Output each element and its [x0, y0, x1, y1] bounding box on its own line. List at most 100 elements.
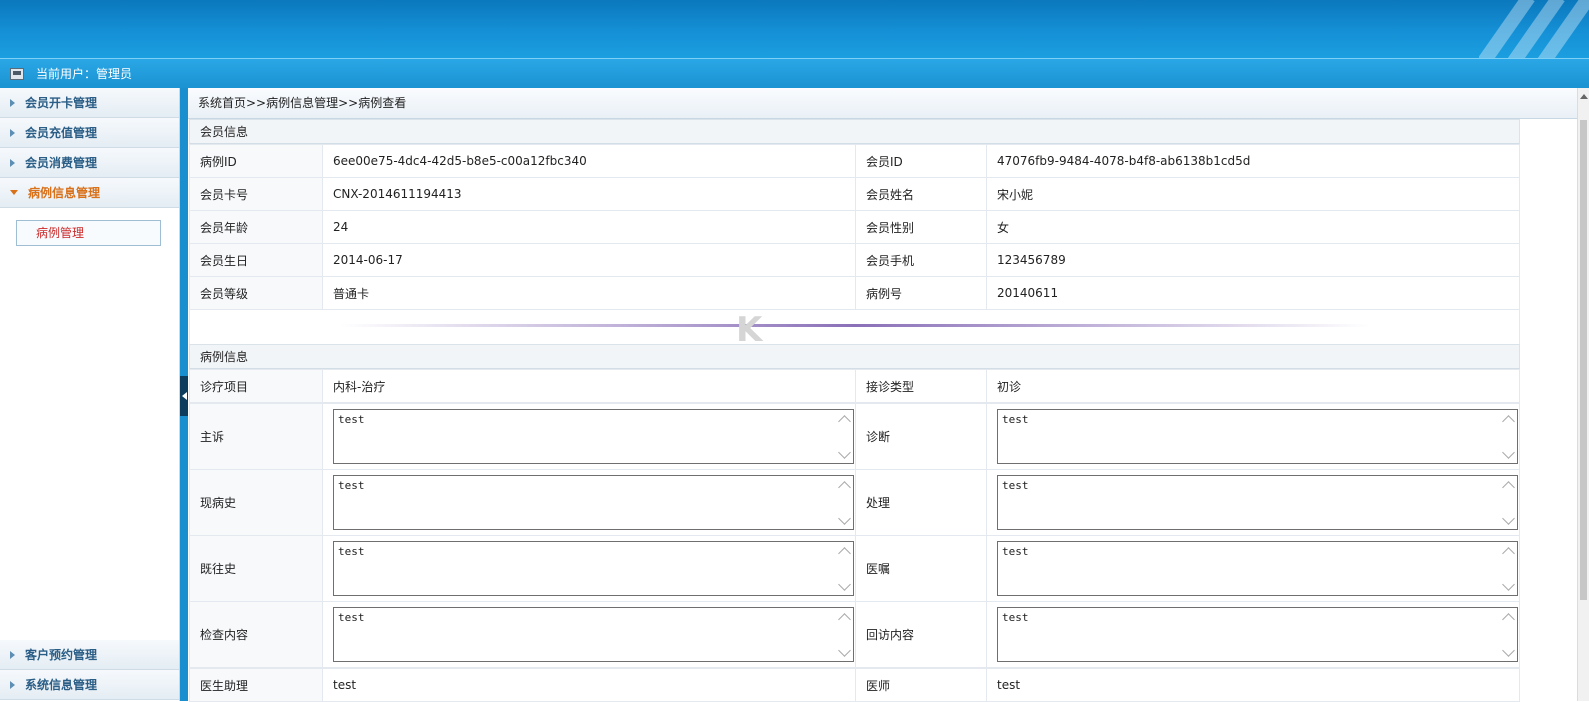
sidebar-item-label: 会员开卡管理 [25, 96, 98, 110]
field-label: 病例号 [855, 276, 987, 310]
member-info-table: 病例ID 6ee00e75-4dc4-42d5-b8e5-c00a12fbc340… [189, 144, 1520, 310]
field-label: 既往史 [189, 535, 323, 602]
case-info-table: 诊疗项目 内科-治疗 接诊类型 初诊 [189, 369, 1520, 403]
textarea-scroll-arrows-icon[interactable] [1504, 612, 1514, 658]
text-area-value: test [338, 611, 365, 624]
field-label: 主诉 [189, 403, 323, 470]
text-area-value: test [1002, 545, 1029, 558]
field-label: 会员年龄 [189, 210, 323, 244]
sidebar-item-member-recharge[interactable]: 会员充值管理 [0, 118, 179, 148]
chevron-right-icon [10, 158, 15, 167]
field-value: 女 [986, 210, 1520, 244]
field-label: 回访内容 [855, 601, 987, 668]
field-value: 初诊 [986, 369, 1520, 403]
text-area[interactable]: test [333, 409, 854, 464]
field-value: 宋小妮 [986, 177, 1520, 211]
current-user-label: 当前用户：管理员 [36, 67, 133, 81]
case-text-table: 主诉 test 诊断 test 现病史 test 处理 test 既往史 test 医嘱 test 检查… [189, 403, 1520, 668]
table-row: 会员年龄 24 会员性别女 [189, 210, 1520, 244]
field-label: 会员手机 [855, 243, 987, 277]
field-label: 会员生日 [189, 243, 323, 277]
table-row: 会员卡号 CNX-2014611194413 会员姓名 宋小妮 [189, 177, 1520, 211]
field-value: 普通卡 [322, 276, 856, 310]
text-area-value: test [1002, 479, 1029, 492]
field-label: 会员性别 [855, 210, 987, 244]
sidebar-item-label: 会员消费管理 [25, 156, 98, 170]
user-computer-icon [10, 67, 24, 80]
text-area[interactable]: test [333, 475, 854, 530]
text-field-cell: test [322, 535, 856, 602]
textarea-scroll-arrows-icon[interactable] [840, 546, 850, 592]
sidebar-bottom-group: 客户预约管理 系统信息管理 [0, 640, 179, 700]
table-row: 诊疗项目 内科-治疗 接诊类型 初诊 [189, 369, 1520, 403]
text-area-value: test [1002, 611, 1029, 624]
text-area-value: test [1002, 413, 1029, 426]
field-value: 47076fb9-9484-4078-b4f8-ab6138b1cd5d [986, 144, 1520, 178]
text-area-value: test [338, 545, 365, 558]
text-area-value: test [338, 479, 365, 492]
page-scrollbar[interactable] [1577, 88, 1589, 701]
watermark-logo: K [736, 310, 762, 350]
collapse-sidebar-handle[interactable] [180, 376, 188, 416]
field-label: 接诊类型 [855, 369, 987, 403]
table-row: 既往史 test 医嘱 test [189, 535, 1520, 602]
scrollbar-thumb[interactable] [1580, 120, 1587, 600]
field-label: 会员卡号 [189, 177, 323, 211]
text-area[interactable]: test [333, 541, 854, 596]
field-label: 会员等级 [189, 276, 323, 310]
sidebar-item-member-consumption[interactable]: 会员消费管理 [0, 148, 179, 178]
field-value: test [986, 668, 1520, 702]
case-bottom-table: 医生助理 test 医师 test [189, 668, 1520, 702]
text-field-cell: test [986, 469, 1520, 536]
text-area[interactable]: test [333, 607, 854, 662]
text-field-cell: test [322, 469, 856, 536]
field-value: 123456789 [986, 243, 1520, 277]
table-row: 会员生日 2014-06-17 会员手机 123456789 [189, 243, 1520, 277]
textarea-scroll-arrows-icon[interactable] [1504, 414, 1514, 460]
case-info-section-title: 病例信息 [189, 344, 1520, 369]
textarea-scroll-arrows-icon[interactable] [840, 414, 850, 460]
field-label: 医嘱 [855, 535, 987, 602]
sidebar-submenu: 病例管理 [0, 208, 179, 268]
text-area[interactable]: test [997, 475, 1518, 530]
field-label: 诊疗项目 [189, 369, 323, 403]
table-row: 医生助理 test 医师 test [189, 668, 1520, 702]
chevron-down-icon [10, 190, 18, 195]
sidebar-item-label: 客户预约管理 [25, 648, 98, 662]
scroll-up-arrow-icon[interactable] [1580, 94, 1588, 99]
text-field-cell: test [986, 601, 1520, 668]
member-info-section-title: 会员信息 [189, 119, 1520, 144]
sidebar-item-appointments[interactable]: 客户预约管理 [0, 640, 179, 670]
textarea-scroll-arrows-icon[interactable] [840, 480, 850, 526]
sidebar-item-label: 病例信息管理 [28, 186, 101, 200]
text-area[interactable]: test [997, 607, 1518, 662]
user-bar: 当前用户：管理员 [0, 58, 1589, 88]
sidebar-item-case-info[interactable]: 病例信息管理 [0, 178, 179, 208]
field-value: test [322, 668, 856, 702]
field-value: 内科-治疗 [322, 369, 856, 403]
field-label: 会员姓名 [855, 177, 987, 211]
table-row: 检查内容 test 回访内容 test [189, 601, 1520, 668]
textarea-scroll-arrows-icon[interactable] [1504, 546, 1514, 592]
top-banner [0, 0, 1589, 58]
textarea-scroll-arrows-icon[interactable] [840, 612, 850, 658]
text-area[interactable]: test [997, 409, 1518, 464]
field-label: 检查内容 [189, 601, 323, 668]
textarea-scroll-arrows-icon[interactable] [1504, 480, 1514, 526]
table-row: 病例ID 6ee00e75-4dc4-42d5-b8e5-c00a12fbc340… [189, 144, 1520, 178]
sidebar-item-member-card[interactable]: 会员开卡管理 [0, 88, 179, 118]
sidebar-item-system-info[interactable]: 系统信息管理 [0, 670, 179, 700]
text-area[interactable]: test [997, 541, 1518, 596]
field-value: 20140611 [986, 276, 1520, 310]
sidebar-splitter[interactable] [180, 88, 188, 701]
sidebar-item-label: 系统信息管理 [25, 678, 98, 692]
field-label: 医生助理 [189, 668, 323, 702]
submenu-item-case-management[interactable]: 病例管理 [16, 220, 161, 246]
field-value: 6ee00e75-4dc4-42d5-b8e5-c00a12fbc340 [322, 144, 856, 178]
chevron-right-icon [10, 98, 15, 107]
text-field-cell: test [322, 403, 856, 470]
field-label: 医师 [855, 668, 987, 702]
field-label: 病例ID [189, 144, 323, 178]
chevron-right-icon [10, 650, 15, 659]
chevron-left-icon [181, 392, 187, 400]
